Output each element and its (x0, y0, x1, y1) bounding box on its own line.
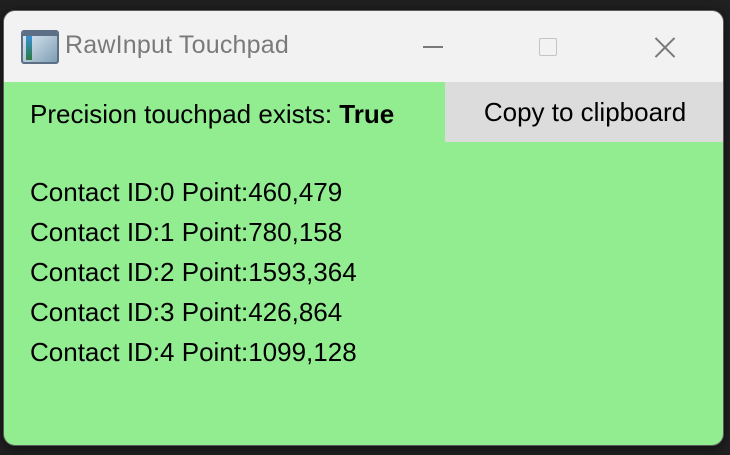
client-area: Precision touchpad exists: True Copy to … (4, 82, 723, 445)
contact-item: Contact ID:2 Point:1593,364 (30, 257, 357, 287)
close-button[interactable] (605, 11, 723, 82)
app-window-icon (21, 30, 59, 64)
app-window: RawInput Touchpad Precision touchpad exi… (3, 10, 724, 446)
maximize-button[interactable] (490, 11, 605, 82)
maximize-icon (538, 37, 557, 56)
copy-to-clipboard-button[interactable]: Copy to clipboard (445, 82, 723, 142)
title-bar[interactable]: RawInput Touchpad (4, 11, 723, 82)
contact-item: Contact ID:4 Point:1099,128 (30, 337, 357, 367)
contact-item: Contact ID:3 Point:426,864 (30, 297, 343, 327)
window-title: RawInput Touchpad (65, 31, 289, 59)
contact-list: Contact ID:0 Point:460,479 Contact ID:1 … (30, 172, 357, 372)
close-icon (654, 36, 676, 58)
touchpad-status-value: True (339, 99, 395, 129)
touchpad-status-label: Precision touchpad exists: (30, 99, 333, 129)
minimize-icon (422, 45, 443, 48)
minimize-button[interactable] (375, 11, 490, 82)
touchpad-status: Precision touchpad exists: True (30, 99, 394, 130)
contact-item: Contact ID:1 Point:780,158 (30, 217, 343, 247)
contact-item: Contact ID:0 Point:460,479 (30, 177, 343, 207)
